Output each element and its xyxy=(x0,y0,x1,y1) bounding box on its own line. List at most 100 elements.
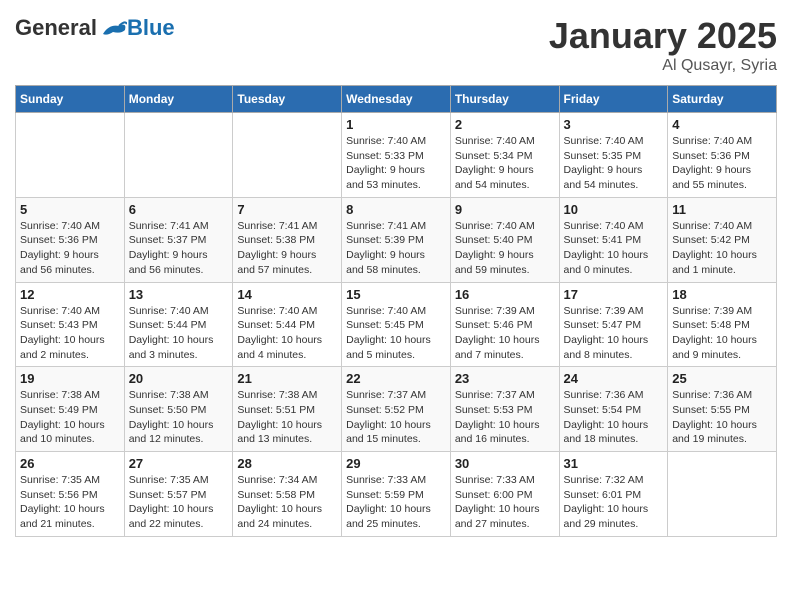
day-info: Sunrise: 7:40 AM Sunset: 5:34 PM Dayligh… xyxy=(455,134,555,193)
calendar-cell: 21 Sunrise: 7:38 AM Sunset: 5:51 PM Dayli… xyxy=(233,367,342,452)
day-info: Sunrise: 7:35 AM Sunset: 5:57 PM Dayligh… xyxy=(129,473,229,532)
calendar-cell: 11Sunrise: 7:40 AM Sunset: 5:42 PM Dayli… xyxy=(668,197,777,282)
calendar-week-5: 26 Sunrise: 7:35 AM Sunset: 5:56 PM Dayli… xyxy=(16,452,777,537)
day-number: 1 xyxy=(346,117,446,132)
day-number: 14 xyxy=(237,287,337,302)
day-number: 8 xyxy=(346,202,446,217)
day-info: Sunrise: 7:40 AM Sunset: 5:33 PM Dayligh… xyxy=(346,134,446,193)
day-info: Sunrise: 7:40 AM Sunset: 5:42 PM Dayligh… xyxy=(672,219,772,278)
calendar-cell: 3 Sunrise: 7:40 AM Sunset: 5:35 PM Daylig… xyxy=(559,113,668,198)
weekday-header-tuesday: Tuesday xyxy=(233,86,342,113)
day-info: Sunrise: 7:37 AM Sunset: 5:53 PM Dayligh… xyxy=(455,388,555,447)
day-number: 5 xyxy=(20,202,120,217)
calendar-cell xyxy=(233,113,342,198)
day-number: 12 xyxy=(20,287,120,302)
weekday-header-sunday: Sunday xyxy=(16,86,125,113)
logo: General Blue xyxy=(15,15,175,41)
calendar-cell: 30 Sunrise: 7:33 AM Sunset: 6:00 PM Dayli… xyxy=(450,452,559,537)
day-info: Sunrise: 7:37 AM Sunset: 5:52 PM Dayligh… xyxy=(346,388,446,447)
day-number: 27 xyxy=(129,456,229,471)
day-number: 13 xyxy=(129,287,229,302)
day-number: 7 xyxy=(237,202,337,217)
day-info: Sunrise: 7:38 AM Sunset: 5:50 PM Dayligh… xyxy=(129,388,229,447)
day-number: 6 xyxy=(129,202,229,217)
calendar-cell xyxy=(124,113,233,198)
day-number: 17 xyxy=(564,287,664,302)
day-number: 22 xyxy=(346,371,446,386)
day-info: Sunrise: 7:35 AM Sunset: 5:56 PM Dayligh… xyxy=(20,473,120,532)
calendar-cell: 25 Sunrise: 7:36 AM Sunset: 5:55 PM Dayli… xyxy=(668,367,777,452)
calendar-cell: 16 Sunrise: 7:39 AM Sunset: 5:46 PM Dayli… xyxy=(450,282,559,367)
weekday-header-row: SundayMondayTuesdayWednesdayThursdayFrid… xyxy=(16,86,777,113)
calendar-cell xyxy=(16,113,125,198)
day-info: Sunrise: 7:40 AM Sunset: 5:40 PM Dayligh… xyxy=(455,219,555,278)
title-block: January 2025 Al Qusayr, Syria xyxy=(549,15,777,75)
day-info: Sunrise: 7:33 AM Sunset: 6:00 PM Dayligh… xyxy=(455,473,555,532)
calendar-cell: 17 Sunrise: 7:39 AM Sunset: 5:47 PM Dayli… xyxy=(559,282,668,367)
calendar-cell: 26 Sunrise: 7:35 AM Sunset: 5:56 PM Dayli… xyxy=(16,452,125,537)
calendar-cell: 13 Sunrise: 7:40 AM Sunset: 5:44 PM Dayli… xyxy=(124,282,233,367)
calendar-week-3: 12 Sunrise: 7:40 AM Sunset: 5:43 PM Dayli… xyxy=(16,282,777,367)
day-info: Sunrise: 7:40 AM Sunset: 5:35 PM Dayligh… xyxy=(564,134,664,193)
day-number: 28 xyxy=(237,456,337,471)
logo-blue-text: Blue xyxy=(127,15,175,41)
day-info: Sunrise: 7:38 AM Sunset: 5:51 PM Dayligh… xyxy=(237,388,337,447)
day-info: Sunrise: 7:40 AM Sunset: 5:41 PM Dayligh… xyxy=(564,219,664,278)
weekday-header-thursday: Thursday xyxy=(450,86,559,113)
day-info: Sunrise: 7:41 AM Sunset: 5:37 PM Dayligh… xyxy=(129,219,229,278)
calendar-cell: 9 Sunrise: 7:40 AM Sunset: 5:40 PM Daylig… xyxy=(450,197,559,282)
calendar-cell: 24Sunrise: 7:36 AM Sunset: 5:54 PM Dayli… xyxy=(559,367,668,452)
day-number: 21 xyxy=(237,371,337,386)
calendar-cell: 8 Sunrise: 7:41 AM Sunset: 5:39 PM Daylig… xyxy=(342,197,451,282)
day-info: Sunrise: 7:39 AM Sunset: 5:48 PM Dayligh… xyxy=(672,304,772,363)
calendar-cell: 23Sunrise: 7:37 AM Sunset: 5:53 PM Dayli… xyxy=(450,367,559,452)
day-info: Sunrise: 7:38 AM Sunset: 5:49 PM Dayligh… xyxy=(20,388,120,447)
day-info: Sunrise: 7:39 AM Sunset: 5:47 PM Dayligh… xyxy=(564,304,664,363)
day-info: Sunrise: 7:40 AM Sunset: 5:45 PM Dayligh… xyxy=(346,304,446,363)
day-number: 26 xyxy=(20,456,120,471)
calendar-cell: 29 Sunrise: 7:33 AM Sunset: 5:59 PM Dayli… xyxy=(342,452,451,537)
day-number: 20 xyxy=(129,371,229,386)
day-info: Sunrise: 7:40 AM Sunset: 5:36 PM Dayligh… xyxy=(672,134,772,193)
day-number: 30 xyxy=(455,456,555,471)
day-number: 31 xyxy=(564,456,664,471)
month-title: January 2025 xyxy=(549,15,777,57)
calendar-cell: 15 Sunrise: 7:40 AM Sunset: 5:45 PM Dayli… xyxy=(342,282,451,367)
weekday-header-saturday: Saturday xyxy=(668,86,777,113)
logo-bird-icon xyxy=(99,16,127,40)
day-info: Sunrise: 7:41 AM Sunset: 5:39 PM Dayligh… xyxy=(346,219,446,278)
calendar-cell: 28 Sunrise: 7:34 AM Sunset: 5:58 PM Dayli… xyxy=(233,452,342,537)
calendar-cell: 5 Sunrise: 7:40 AM Sunset: 5:36 PM Daylig… xyxy=(16,197,125,282)
calendar-cell: 18Sunrise: 7:39 AM Sunset: 5:48 PM Dayli… xyxy=(668,282,777,367)
day-number: 15 xyxy=(346,287,446,302)
day-info: Sunrise: 7:36 AM Sunset: 5:55 PM Dayligh… xyxy=(672,388,772,447)
calendar-cell: 10 Sunrise: 7:40 AM Sunset: 5:41 PM Dayli… xyxy=(559,197,668,282)
calendar-cell: 7 Sunrise: 7:41 AM Sunset: 5:38 PM Daylig… xyxy=(233,197,342,282)
weekday-header-wednesday: Wednesday xyxy=(342,86,451,113)
day-info: Sunrise: 7:40 AM Sunset: 5:43 PM Dayligh… xyxy=(20,304,120,363)
calendar-cell: 20 Sunrise: 7:38 AM Sunset: 5:50 PM Dayli… xyxy=(124,367,233,452)
day-info: Sunrise: 7:40 AM Sunset: 5:44 PM Dayligh… xyxy=(129,304,229,363)
day-number: 10 xyxy=(564,202,664,217)
calendar-cell: 14Sunrise: 7:40 AM Sunset: 5:44 PM Dayli… xyxy=(233,282,342,367)
weekday-header-friday: Friday xyxy=(559,86,668,113)
day-info: Sunrise: 7:39 AM Sunset: 5:46 PM Dayligh… xyxy=(455,304,555,363)
calendar-cell: 4Sunrise: 7:40 AM Sunset: 5:36 PM Daylig… xyxy=(668,113,777,198)
day-number: 16 xyxy=(455,287,555,302)
day-info: Sunrise: 7:34 AM Sunset: 5:58 PM Dayligh… xyxy=(237,473,337,532)
day-number: 19 xyxy=(20,371,120,386)
day-info: Sunrise: 7:32 AM Sunset: 6:01 PM Dayligh… xyxy=(564,473,664,532)
calendar-table: SundayMondayTuesdayWednesdayThursdayFrid… xyxy=(15,85,777,537)
day-number: 3 xyxy=(564,117,664,132)
day-number: 25 xyxy=(672,371,772,386)
location-title: Al Qusayr, Syria xyxy=(549,57,777,75)
day-number: 9 xyxy=(455,202,555,217)
day-info: Sunrise: 7:41 AM Sunset: 5:38 PM Dayligh… xyxy=(237,219,337,278)
calendar-week-4: 19 Sunrise: 7:38 AM Sunset: 5:49 PM Dayli… xyxy=(16,367,777,452)
day-info: Sunrise: 7:40 AM Sunset: 5:36 PM Dayligh… xyxy=(20,219,120,278)
page-header: General Blue January 2025 Al Qusayr, Syr… xyxy=(15,15,777,75)
day-info: Sunrise: 7:33 AM Sunset: 5:59 PM Dayligh… xyxy=(346,473,446,532)
day-number: 29 xyxy=(346,456,446,471)
calendar-cell xyxy=(668,452,777,537)
day-info: Sunrise: 7:36 AM Sunset: 5:54 PM Dayligh… xyxy=(564,388,664,447)
